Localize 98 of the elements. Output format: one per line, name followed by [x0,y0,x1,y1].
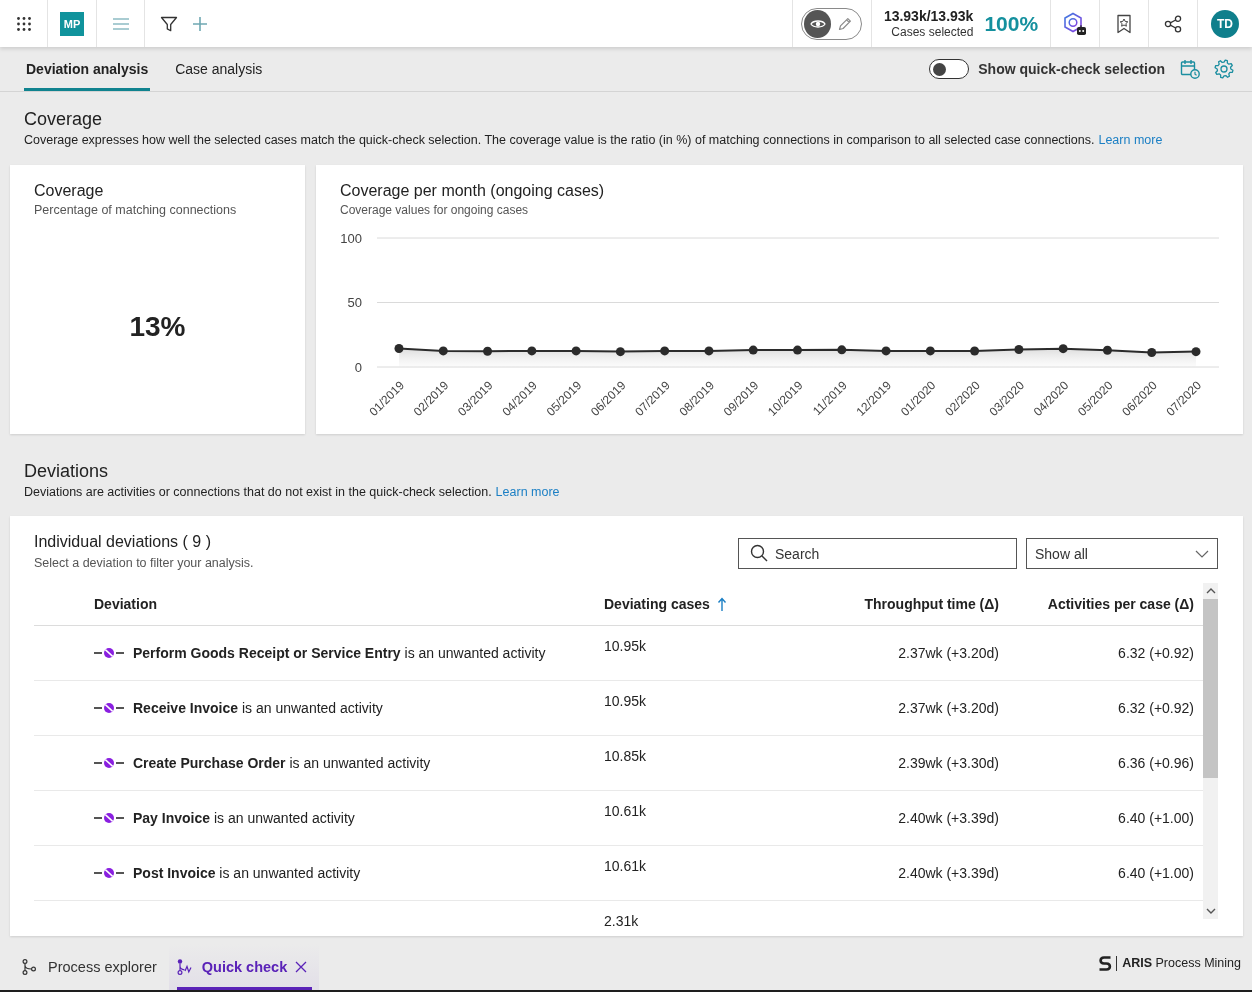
scroll-up-icon[interactable] [1205,588,1216,594]
learn-more-link[interactable]: Learn more [1098,133,1163,147]
close-icon[interactable] [295,961,308,973]
section-description: Coverage expresses how well the selected cases match the quick-check selection. The coverage value is the ratio (in %) of matching connections in comparison to all selected case connections. Learn more [24,132,1164,149]
logo-icon [1098,954,1113,972]
data-point [881,346,891,356]
deviation-text[interactable]: Receive Invoice is an unwanted activity [133,700,383,716]
deviating-cases-value: 10.61k [604,803,647,820]
slashed-circle-icon [94,647,124,659]
y-axis-label: 0 [354,359,362,375]
coverage-value: 13% [129,310,186,343]
tab[interactable]: Case analysis [173,47,265,91]
data-point [748,345,758,355]
cases-percent: 100% [984,11,1039,36]
branch-nodes-icon [22,959,36,975]
section-title: Deviations [24,460,110,482]
activities-per-case-value: 6.36 (+0.96) [1118,754,1194,772]
brand-name: ARIS Process Mining [1122,956,1241,970]
quick-check-toggle[interactable] [929,59,970,79]
eye-icon [809,18,826,29]
bookmark-star-icon[interactable] [1116,13,1132,34]
data-point [1014,344,1024,354]
data-point [438,346,448,356]
deviating-cases-value: 10.95k [604,638,647,655]
slashed-circle-icon [94,867,124,879]
app-badge[interactable]: MP [60,11,84,36]
card-subtitle: Percentage of matching connections [34,202,238,219]
scroll-down-icon[interactable] [1205,908,1216,914]
deviating-cases-value: 10.95k [604,693,647,710]
section-title: Coverage [24,108,104,130]
y-axis-label: 50 [347,295,362,310]
card-title: Coverage per month (ongoing cases) [340,181,606,201]
hexagon-robot-icon[interactable] [1063,11,1087,36]
toggle-label: Show quick-check selection [978,61,1165,77]
filter-dropdown[interactable]: Show all [1026,538,1218,569]
data-point [394,344,404,354]
bottom-tab[interactable]: Process explorer [10,944,169,990]
activities-per-case-value: 6.40 (+1.00) [1118,809,1194,827]
column-header[interactable]: Activities per case (Δ) [1047,596,1194,612]
user-avatar[interactable]: TD [1211,9,1239,38]
data-point [615,347,625,357]
column-header[interactable]: Deviation [94,596,157,612]
branch-check-icon [176,959,193,975]
deviation-text[interactable]: Post Invoice is an unwanted activity [133,865,361,881]
section-description: Deviations are activities or connections that do not exist in the quick-check selection. Learn more [24,484,561,501]
data-point [1191,347,1201,357]
card-title: Coverage [34,181,105,201]
y-axis-label: 100 [340,230,362,246]
slashed-circle-icon [94,812,124,824]
data-point [925,346,935,356]
calendar-clock-icon[interactable] [1180,59,1200,79]
throughput-time-value: 2.37wk (+3.20d) [898,644,999,662]
card-subtitle: Coverage values for ongoing cases [340,202,530,219]
cases-count: 13.93k/13.93k [883,7,974,25]
deviating-cases-value: 10.85k [604,748,647,765]
activities-per-case-value: 6.40 (+1.00) [1118,864,1194,882]
data-point [704,346,714,356]
filter-icon[interactable] [160,14,178,33]
search-field[interactable]: Search [738,538,1017,569]
activities-per-case-value: 6.32 (+0.92) [1118,644,1194,662]
tab[interactable]: Deviation analysis [24,47,151,91]
slashed-circle-icon [94,757,124,769]
data-point [660,346,670,356]
apps-grid-icon[interactable] [16,16,31,31]
table-title: Individual deviations ( 9 ) [34,532,212,552]
deviating-cases-value: 10.61k [604,858,647,875]
pencil-icon [837,16,852,31]
data-point [970,346,980,356]
activities-per-case-value: 6.32 (+0.92) [1118,699,1194,717]
column-header[interactable]: Throughput time (Δ) [864,596,999,612]
data-point [837,345,847,355]
cases-label: Cases selected [891,24,974,40]
throughput-time-value: 2.40wk (+3.39d) [898,809,999,827]
deviating-cases-value: 2.31k [604,913,639,930]
settings-icon[interactable] [1214,59,1234,79]
deviation-text[interactable]: Perform Goods Receipt or Service Entry is an unwanted activity [133,645,546,661]
data-point [1147,348,1157,358]
data-point [1102,345,1112,355]
slashed-circle-icon [94,702,124,714]
scrollbar-thumb[interactable] [1203,599,1218,778]
data-point [793,345,802,355]
search-icon [750,544,768,562]
table-subtitle: Select a deviation to filter your analysis. [34,555,254,572]
chevron-down-icon [1195,549,1209,558]
throughput-time-value: 2.40wk (+3.39d) [898,864,999,882]
learn-more-link[interactable]: Learn more [495,485,560,499]
scrollbar[interactable] [1203,583,1218,919]
throughput-time-value: 2.39wk (+3.30d) [898,754,999,772]
data-point [527,346,537,356]
data-point [1058,344,1068,354]
deviation-text[interactable]: Create Purchase Order is an unwanted activity [133,755,431,771]
data-point [571,346,581,356]
view-mode-button[interactable] [804,9,831,38]
throughput-time-value: 2.37wk (+3.20d) [898,699,999,717]
share-icon[interactable] [1164,14,1182,33]
column-header[interactable]: Deviating cases [604,596,710,612]
deviation-text[interactable]: Pay Invoice is an unwanted activity [133,810,355,826]
data-point [483,346,493,356]
